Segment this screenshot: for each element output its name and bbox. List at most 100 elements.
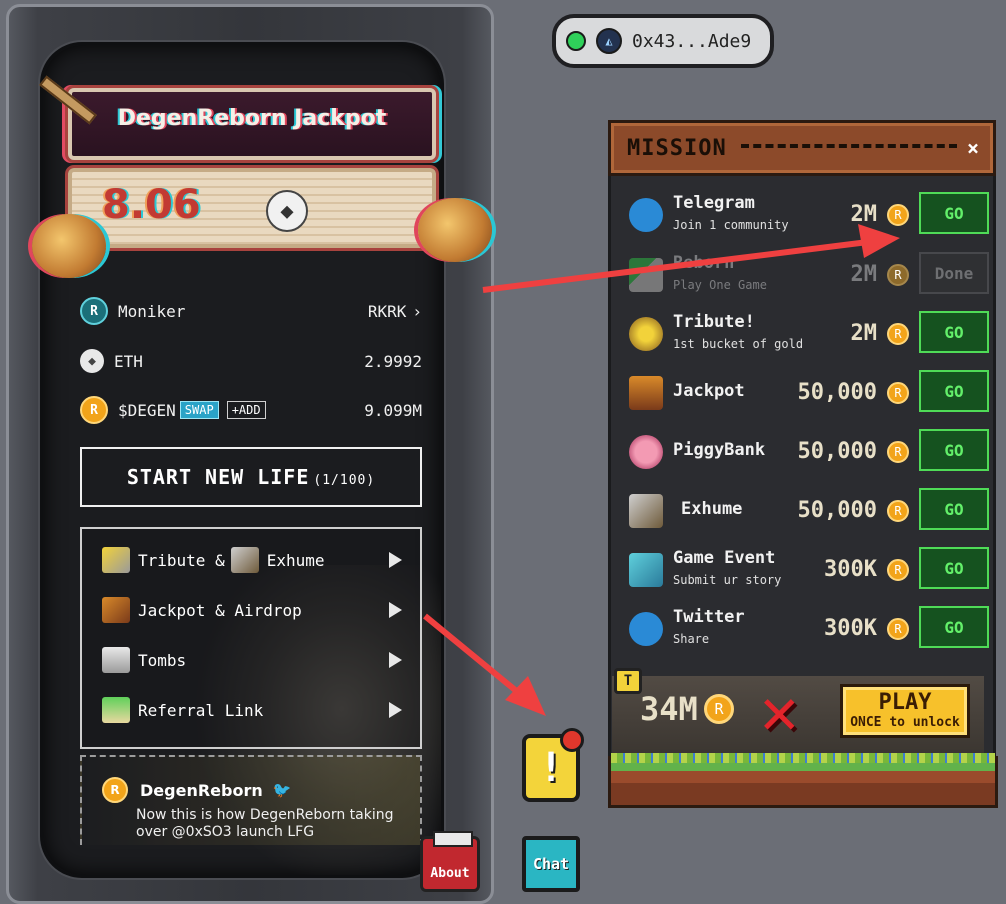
task-go-button[interactable]: GO	[919, 606, 989, 648]
reborn-coin-icon: R	[887, 264, 909, 286]
reborn-coin-icon: R	[887, 204, 909, 226]
red-x-icon: ✕	[760, 675, 799, 749]
menu-item-tribute-exhume[interactable]: Tribute & Exhume	[102, 545, 402, 575]
reborn-coin-icon: R	[887, 559, 909, 581]
play-label: PLAY	[878, 690, 932, 715]
task-game-event: Game Event Submit ur story 300K R GO	[629, 545, 989, 593]
play-arrow-icon	[389, 652, 402, 668]
telegram-icon	[629, 198, 663, 232]
task-go-button[interactable]: GO	[919, 547, 989, 589]
eth-label: ETH	[114, 351, 143, 371]
task-subtitle: Play One Game	[673, 278, 767, 292]
task-go-button[interactable]: GO	[919, 192, 989, 234]
task-title: Twitter	[673, 607, 745, 627]
unlock-bar: T 34M R ✕ PLAY ONCE to unlock	[612, 668, 984, 758]
menu-item-referral-link[interactable]: Referral Link	[102, 695, 402, 725]
mission-header: MISSION ×	[608, 120, 996, 176]
notification-button[interactable]: !	[522, 728, 584, 802]
play-arrow-icon	[389, 702, 402, 718]
envelope-icon	[102, 697, 130, 723]
degen-balance: 9.099M	[364, 400, 422, 420]
task-subtitle: Submit ur story	[673, 573, 782, 587]
tweet-author: DegenReborn	[140, 780, 263, 800]
task-title: Tribute!	[673, 312, 755, 332]
task-title: Jackpot	[673, 381, 745, 401]
about-label: About	[430, 866, 470, 881]
about-paper-icon	[433, 831, 473, 847]
eth-icon: ◆	[80, 349, 104, 373]
task-title: Telegram	[673, 193, 755, 213]
notification-badge	[560, 728, 584, 752]
degen-label: $DEGEN	[118, 400, 176, 420]
menu-item-label: Referral Link	[138, 700, 264, 720]
eth-icon: ◆	[266, 190, 308, 232]
menu-item-jackpot-airdrop[interactable]: Jackpot & Airdrop	[102, 595, 402, 625]
reborn-coin-icon: R	[887, 323, 909, 345]
moniker-icon: R	[80, 297, 108, 325]
eth-row: ◆ ETH 2.9992	[80, 346, 422, 376]
menu-item-label: Jackpot & Airdrop	[138, 600, 302, 620]
shovel-icon	[230, 547, 259, 573]
task-go-button[interactable]: GO	[919, 488, 989, 530]
jackpot-value-plate: 8.06 ◆	[68, 168, 436, 248]
reborn-coin-icon: R	[704, 694, 734, 724]
jackpot-title-plate: DegenReborn Jackpot	[68, 88, 436, 160]
task-go-button[interactable]: GO	[919, 370, 989, 412]
target-icon	[629, 317, 663, 351]
degen-coin-icon: R	[80, 396, 108, 424]
task-reward: 50,000	[797, 380, 877, 405]
chest-icon	[629, 376, 663, 410]
wallet-connect-button[interactable]: ◭ 0x43...Ade9	[552, 14, 774, 68]
moniker-row[interactable]: R Moniker RKRK ›	[80, 296, 422, 326]
task-reward: 50,000	[797, 439, 877, 464]
task-title: Reborn	[673, 253, 735, 273]
mission-title: MISSION	[627, 135, 727, 161]
task-reward: 2M	[850, 321, 878, 346]
task-jackpot: Jackpot 50,000 R GO	[629, 368, 989, 416]
twitter-icon	[629, 612, 663, 646]
play-sublabel: ONCE to unlock	[850, 715, 960, 730]
task-reward: 2M	[850, 202, 878, 227]
tweet-card[interactable]: R DegenReborn 🐦 Now this is how DegenReb…	[80, 755, 422, 845]
notebook-icon	[629, 553, 663, 587]
start-new-life-label: START NEW LIFE	[126, 465, 310, 489]
menu-item-label: Tribute &	[138, 550, 225, 570]
task-reward: 300K	[824, 557, 877, 582]
exclamation-icon: !	[538, 745, 564, 791]
game-menu: Tribute & Exhume Jackpot & Airdrop Tombs…	[80, 527, 422, 749]
about-button[interactable]: About	[420, 831, 480, 892]
coins-pile-icon	[418, 198, 492, 262]
task-piggybank: PiggyBank 50,000 R GO	[629, 427, 989, 475]
task-go-button[interactable]: GO	[919, 429, 989, 471]
checkmark-computer-icon	[629, 258, 663, 292]
menu-item-tombs[interactable]: Tombs	[102, 645, 402, 675]
moniker-value: RKRK	[367, 301, 407, 321]
task-subtitle: Join 1 community	[673, 218, 789, 232]
chat-button[interactable]: Chat	[522, 836, 580, 892]
piggy-bank-icon	[629, 435, 663, 469]
task-subtitle: 1st bucket of gold	[673, 337, 804, 351]
pixel-ground-decoration	[608, 753, 998, 808]
mission-list: Telegram Join 1 community 2M R GO Reborn…	[608, 176, 996, 756]
add-token-button[interactable]: +ADD	[226, 401, 266, 419]
jackpot-title: DegenReborn Jackpot	[117, 106, 387, 131]
moniker-label: Moniker	[118, 301, 186, 321]
reborn-coin-icon: R	[887, 618, 909, 640]
reborn-coin-icon: R	[887, 441, 909, 463]
task-reward: 50,000	[797, 498, 877, 523]
play-arrow-icon	[389, 602, 402, 618]
task-go-button[interactable]: GO	[919, 311, 989, 353]
tomb-icon	[102, 647, 130, 673]
play-arrow-icon	[389, 552, 402, 568]
play-button[interactable]: PLAY ONCE to unlock	[840, 684, 970, 738]
header-divider	[740, 144, 957, 152]
close-icon[interactable]: ×	[967, 136, 979, 160]
chest-icon	[102, 597, 130, 623]
tweet-text: Now this is how DegenReborn taking over …	[136, 807, 394, 840]
jackpot-banner: DegenReborn Jackpot 8.06 ◆	[30, 75, 492, 278]
swap-button[interactable]: SWAP	[179, 401, 219, 419]
start-new-life-button[interactable]: START NEW LIFE (1/100)	[80, 447, 422, 507]
wallet-address: 0x43...Ade9	[632, 30, 752, 52]
chevron-right-icon: ›	[412, 301, 422, 321]
task-reborn: Reborn Play One Game 2M R Done	[629, 250, 989, 298]
